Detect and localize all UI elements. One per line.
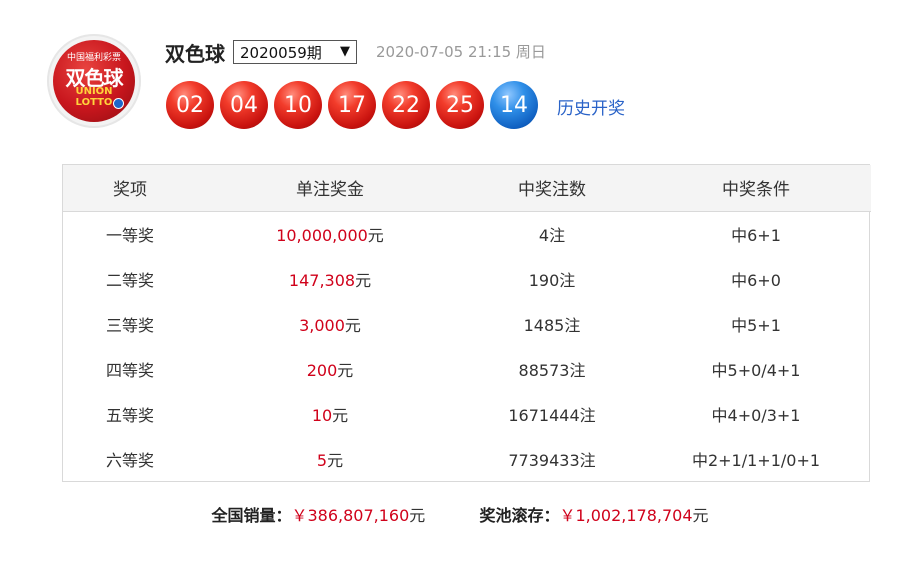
prize-amount: 10元 (197, 391, 463, 436)
win-condition: 中4+0/3+1 (711, 405, 801, 425)
win-condition: 中2+1/1+1/0+1 (691, 450, 821, 470)
prize-level: 三等奖 (105, 315, 154, 335)
prize-amount-value: 10,000,000 (276, 225, 368, 245)
red-ball: 10 (274, 81, 322, 129)
lottery-title: 双色球 (165, 42, 225, 66)
blue-ball: 14 (490, 81, 538, 129)
red-ball: 17 (328, 81, 376, 129)
history-draws-link[interactable]: 历史开奖 (557, 94, 625, 119)
logo-ball-icon (113, 98, 124, 109)
union-lotto-logo: 中国福利彩票 双色球 UNION LOTTO (47, 34, 141, 128)
red-ball: 22 (382, 81, 430, 129)
winner-count: 7739433注 (508, 450, 596, 470)
issue-select[interactable]: 2020059期 ▼ (233, 40, 357, 64)
header-win-condition: 中奖条件 (722, 180, 790, 201)
prize-amount: 3,000元 (197, 301, 463, 346)
issue-selected-value: 2020059期 (240, 43, 322, 62)
table-row: 三等奖 3,000元 1485注 中5+1 (63, 301, 871, 346)
prize-table: 奖项 单注奖金 中奖注数 中奖条件 一等奖 10,000,000元 4注 中6+… (62, 164, 871, 482)
prize-amount-unit: 元 (367, 225, 384, 245)
prize-amount: 200元 (197, 346, 463, 391)
prize-amount: 5元 (197, 436, 463, 481)
win-condition: 中5+1 (731, 315, 781, 335)
header-prize-level: 奖项 (113, 180, 147, 201)
sales-value: ￥386,807,160 (291, 506, 410, 525)
red-ball: 04 (220, 81, 268, 129)
prize-amount-unit: 元 (344, 315, 361, 335)
prize-level: 六等奖 (105, 450, 154, 470)
win-condition: 中6+1 (731, 225, 781, 245)
prize-amount-unit: 元 (355, 270, 372, 290)
table-row: 五等奖 10元 1671444注 中4+0/3+1 (63, 391, 871, 436)
winner-count: 190注 (528, 270, 576, 290)
pool-value: ￥1,002,178,704 (559, 506, 693, 525)
prize-amount-unit: 元 (327, 450, 344, 470)
prize-amount-value: 5 (316, 450, 328, 470)
header-winner-count: 中奖注数 (518, 180, 586, 201)
prize-amount: 147,308元 (197, 256, 463, 301)
winning-numbers: 02 04 10 17 22 25 14 (166, 81, 544, 129)
dropdown-caret-icon: ▼ (340, 44, 350, 59)
sales-label: 全国销量： (211, 506, 292, 525)
winner-count: 1485注 (523, 315, 581, 335)
prize-amount-unit: 元 (337, 360, 354, 380)
red-ball: 02 (166, 81, 214, 129)
pool-label: 奖池滚存： (479, 506, 560, 525)
winner-count: 1671444注 (508, 405, 596, 425)
table-row: 四等奖 200元 88573注 中5+0/4+1 (63, 346, 871, 391)
prize-amount-value: 200 (306, 360, 338, 380)
header-prize-amount: 单注奖金 (296, 180, 364, 201)
draw-datetime: 2020-07-05 21:15 周日 (376, 43, 546, 61)
prize-amount: 10,000,000元 (197, 211, 463, 256)
prize-level: 四等奖 (105, 360, 154, 380)
pool-unit: 元 (692, 506, 709, 525)
table-row: 一等奖 10,000,000元 4注 中6+1 (63, 211, 871, 256)
winner-count: 4注 (538, 225, 566, 245)
prize-level: 五等奖 (105, 405, 154, 425)
prize-level: 二等奖 (105, 270, 154, 290)
prize-amount-value: 147,308 (288, 270, 356, 290)
table-row: 六等奖 5元 7739433注 中2+1/1+1/0+1 (63, 436, 871, 481)
prize-amount-value: 3,000 (299, 315, 345, 335)
prize-amount-value: 10 (311, 405, 333, 425)
logo-emblem: 中国福利彩票 双色球 UNION LOTTO (53, 40, 135, 122)
win-condition: 中5+0/4+1 (711, 360, 801, 380)
sales-unit: 元 (409, 506, 426, 525)
win-condition: 中6+0 (731, 270, 781, 290)
table-header-row: 奖项 单注奖金 中奖注数 中奖条件 (63, 165, 871, 211)
prize-amount-unit: 元 (332, 405, 349, 425)
winner-count: 88573注 (518, 360, 586, 380)
table-row: 二等奖 147,308元 190注 中6+0 (63, 256, 871, 301)
red-ball: 25 (436, 81, 484, 129)
prize-level: 一等奖 (105, 225, 154, 245)
sales-summary: 全国销量：￥386,807,160元 奖池滚存：￥1,002,178,704元 (0, 502, 920, 526)
